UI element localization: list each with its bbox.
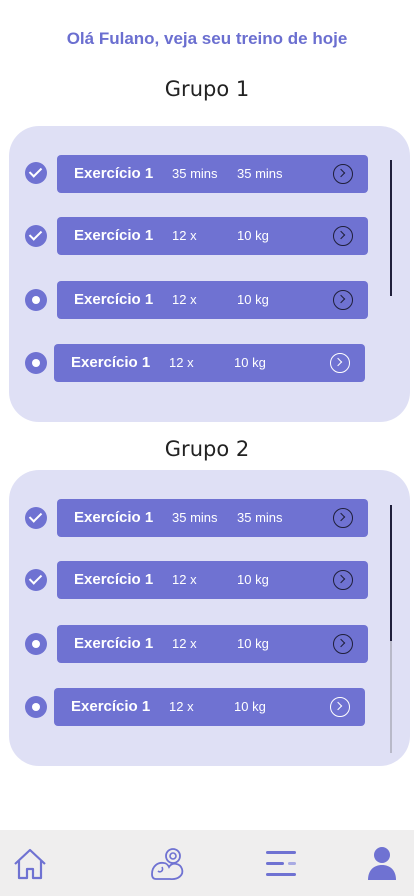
exercise-value-a: 12 x bbox=[169, 699, 194, 714]
exercise-row[interactable]: Exercício 1 12 x 10 kg bbox=[57, 625, 368, 663]
scrollbar[interactable] bbox=[390, 505, 392, 641]
open-exercise-icon[interactable] bbox=[333, 634, 353, 654]
row-status-pending-icon[interactable] bbox=[25, 696, 47, 718]
profile-icon bbox=[368, 847, 396, 880]
exercise-name: Exercício 1 bbox=[74, 509, 154, 526]
exercise-value-b: 35 mins bbox=[237, 510, 283, 525]
exercise-name: Exercício 1 bbox=[71, 354, 151, 371]
exercise-value-a: 12 x bbox=[172, 228, 197, 243]
open-exercise-icon[interactable] bbox=[333, 570, 353, 590]
exercise-value-b: 10 kg bbox=[237, 572, 269, 587]
workout-icon bbox=[151, 848, 184, 881]
exercise-row[interactable]: Exercício 1 35 mins 35 mins bbox=[57, 155, 368, 193]
exercise-value-a: 12 x bbox=[172, 636, 197, 651]
exercise-name: Exercício 1 bbox=[74, 227, 154, 244]
open-exercise-icon[interactable] bbox=[330, 353, 350, 373]
greeting-text: Olá Fulano, veja seu treino de hoje bbox=[66, 29, 348, 48]
scrollbar-track bbox=[390, 641, 392, 753]
exercise-value-b: 10 kg bbox=[237, 292, 269, 307]
exercise-value-a: 12 x bbox=[172, 572, 197, 587]
row-status-pending-icon[interactable] bbox=[25, 633, 47, 655]
row-status-done-icon[interactable] bbox=[25, 507, 47, 529]
row-status-pending-icon[interactable] bbox=[25, 289, 47, 311]
row-status-done-icon[interactable] bbox=[25, 569, 47, 591]
home-icon bbox=[14, 848, 46, 880]
nav-workout[interactable] bbox=[148, 844, 188, 884]
exercise-value-a: 12 x bbox=[169, 355, 194, 370]
exercise-value-b: 10 kg bbox=[234, 355, 266, 370]
exercise-value-b: 35 mins bbox=[237, 166, 283, 181]
exercise-name: Exercício 1 bbox=[74, 165, 154, 182]
exercise-name: Exercício 1 bbox=[71, 698, 151, 715]
exercise-row[interactable]: Exercício 1 12 x 10 kg bbox=[57, 281, 368, 319]
exercise-name: Exercício 1 bbox=[74, 571, 154, 588]
exercise-value-a: 35 mins bbox=[172, 166, 218, 181]
exercise-row[interactable]: Exercício 1 12 x 10 kg bbox=[54, 688, 365, 726]
exercise-value-b: 10 kg bbox=[234, 699, 266, 714]
exercise-value-a: 35 mins bbox=[172, 510, 218, 525]
open-exercise-icon[interactable] bbox=[330, 697, 350, 717]
exercise-value-a: 12 x bbox=[172, 292, 197, 307]
group-title-1: Grupo 1 bbox=[164, 77, 250, 101]
row-status-done-icon[interactable] bbox=[25, 225, 47, 247]
exercise-row[interactable]: Exercício 1 12 x 10 kg bbox=[57, 217, 368, 255]
group-title-2: Grupo 2 bbox=[164, 437, 250, 461]
nav-menu[interactable] bbox=[262, 844, 302, 884]
exercise-name: Exercício 1 bbox=[74, 635, 154, 652]
row-status-pending-icon[interactable] bbox=[25, 352, 47, 374]
exercise-value-b: 10 kg bbox=[237, 636, 269, 651]
exercise-name: Exercício 1 bbox=[74, 291, 154, 308]
exercise-row[interactable]: Exercício 1 12 x 10 kg bbox=[54, 344, 365, 382]
row-status-done-icon[interactable] bbox=[25, 162, 47, 184]
nav-home[interactable] bbox=[10, 844, 50, 884]
open-exercise-icon[interactable] bbox=[333, 508, 353, 528]
scrollbar[interactable] bbox=[390, 160, 392, 296]
exercise-value-b: 10 kg bbox=[237, 228, 269, 243]
open-exercise-icon[interactable] bbox=[333, 290, 353, 310]
exercise-row[interactable]: Exercício 1 35 mins 35 mins bbox=[57, 499, 368, 537]
open-exercise-icon[interactable] bbox=[333, 226, 353, 246]
bottom-nav bbox=[0, 830, 414, 896]
nav-profile[interactable] bbox=[362, 844, 402, 884]
exercise-row[interactable]: Exercício 1 12 x 10 kg bbox=[57, 561, 368, 599]
menu-icon bbox=[266, 851, 296, 876]
open-exercise-icon[interactable] bbox=[333, 164, 353, 184]
